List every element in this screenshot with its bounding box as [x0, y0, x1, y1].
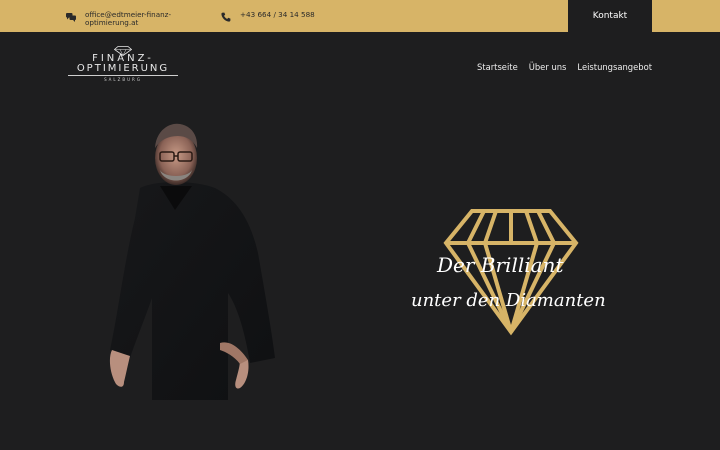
main-nav: Startseite Über uns Leistungsangebot — [477, 62, 652, 72]
site-logo[interactable]: FINANZ- OPTIMIERUNG SALZBURG — [66, 46, 180, 84]
chat-icon — [66, 13, 76, 22]
nav-item-ueber-uns[interactable]: Über uns — [529, 62, 567, 72]
phone-icon — [221, 12, 231, 22]
nav-item-leistungsangebot[interactable]: Leistungsangebot — [577, 62, 652, 72]
email-contact[interactable]: office@edtmeier-finanz-optimierung.at — [66, 10, 185, 28]
top-contact-bar: office@edtmeier-finanz-optimierung.at +4… — [0, 0, 720, 32]
hero-tagline-line2: unter den Diamanten — [411, 290, 606, 311]
kontakt-button[interactable]: Kontakt — [568, 0, 652, 32]
logo-line2: OPTIMIERUNG — [76, 63, 170, 74]
portrait-photo — [109, 123, 275, 400]
phone-contact[interactable]: +43 664 / 34 14 588 — [221, 10, 315, 22]
phone-link[interactable]: +43 664 / 34 14 588 — [240, 10, 315, 19]
logo-line3: SALZBURG — [104, 77, 142, 82]
email-link[interactable]: office@edtmeier-finanz-optimierung.at — [85, 10, 185, 28]
nav-item-startseite[interactable]: Startseite — [477, 62, 518, 72]
hero-tagline-line1: Der Brilliant — [437, 253, 564, 277]
logo-divider — [68, 75, 178, 76]
